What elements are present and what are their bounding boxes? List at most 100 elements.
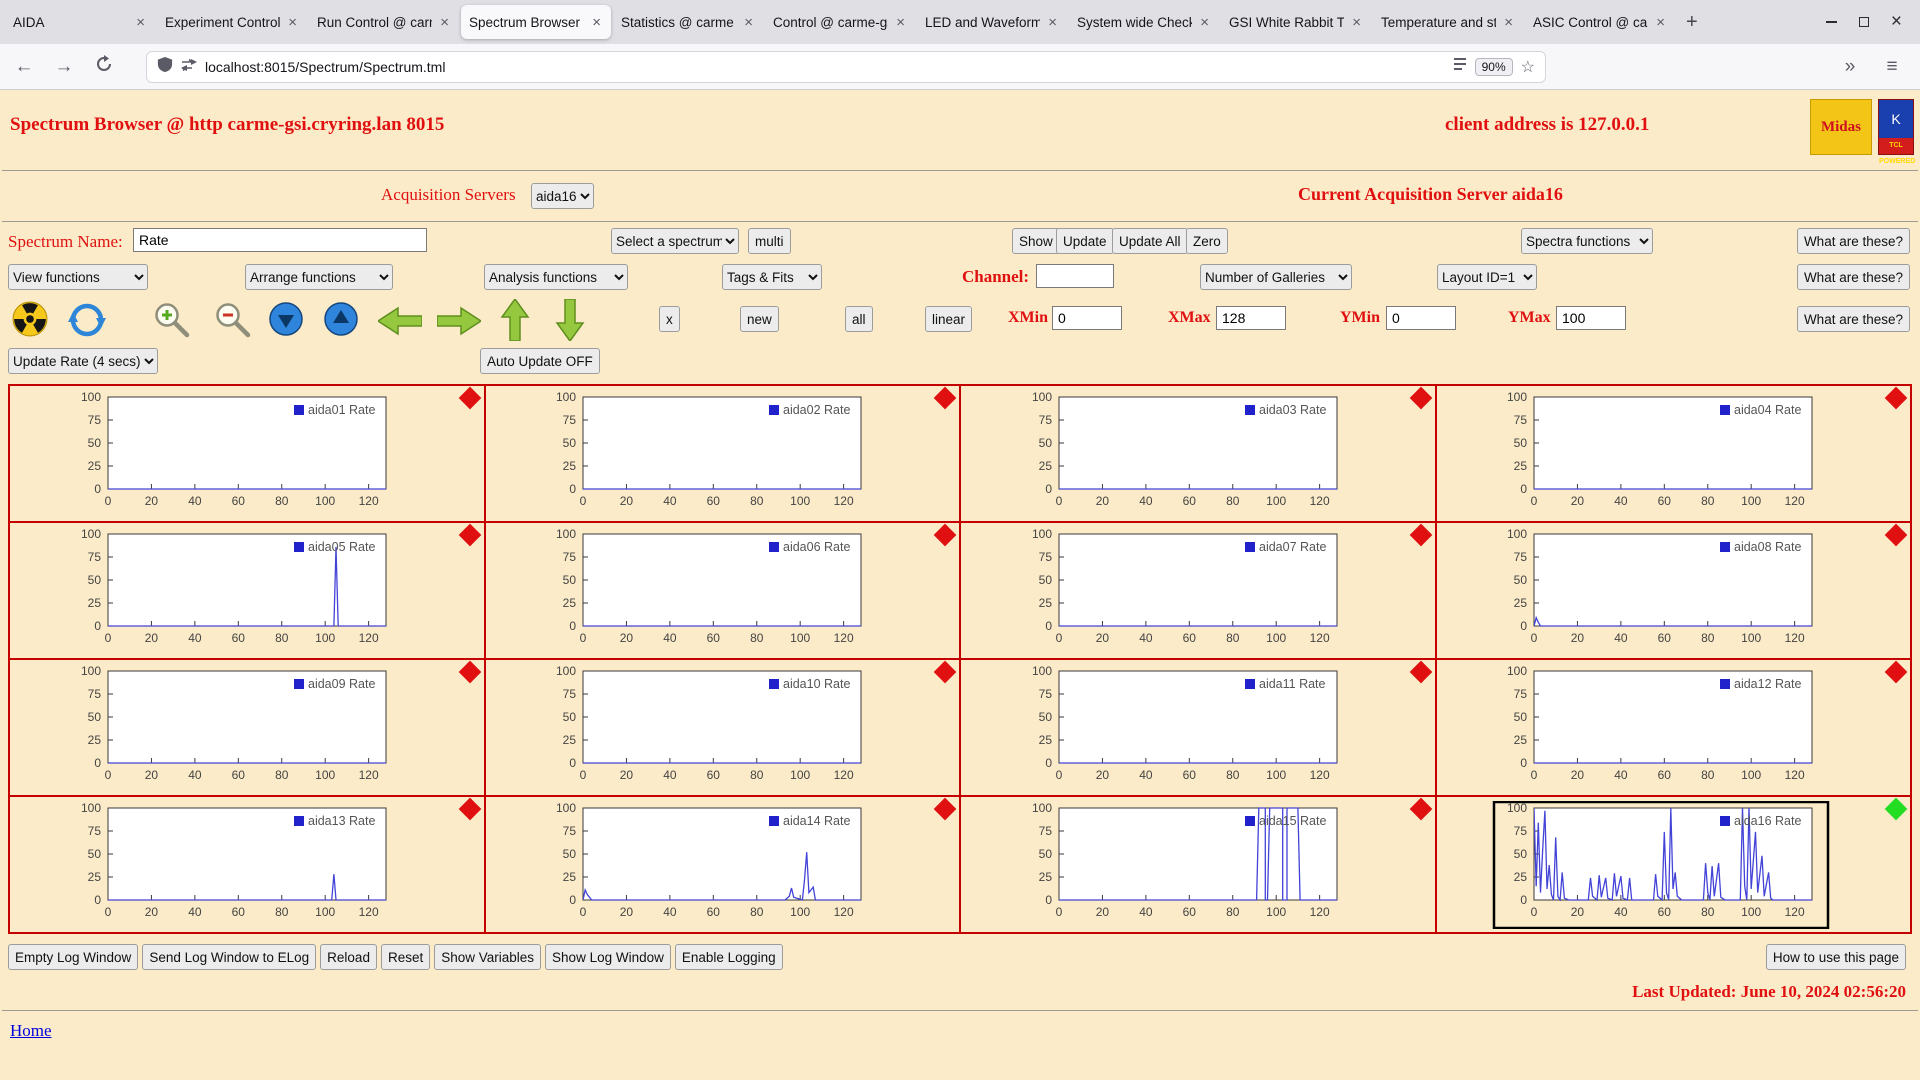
refresh-icon[interactable] (68, 301, 106, 344)
spectrum-cell-aida16-rate[interactable]: 0 25 50 75 100 0 20 40 60 80 100 120 aida16 Rate (1435, 796, 1911, 933)
number-of-galleries-dropdown[interactable]: Number of Galleries (1200, 264, 1352, 290)
zero-button[interactable]: Zero (1186, 228, 1228, 254)
spectrum-plot-1[interactable]: 0 25 50 75 100 0 20 40 60 80 100 120 aida01 Rate (12, 390, 482, 518)
tab-close-icon[interactable]: × (134, 14, 147, 31)
tab-gsi-white-rabbit-t[interactable]: GSI White Rabbit T × (1221, 5, 1371, 39)
tab-spectrum-browser[interactable]: Spectrum Browser × (461, 5, 611, 39)
spectrum-cell-aida05-rate[interactable]: 0 25 50 75 100 0 20 40 60 80 100 120 aida05 Rate (9, 522, 485, 659)
tab-run-control-carm[interactable]: Run Control @ carm × (309, 5, 459, 39)
spectrum-cell-aida13-rate[interactable]: 0 25 50 75 100 0 20 40 60 80 100 120 aida13 Rate (9, 796, 485, 933)
tags-fits-dropdown[interactable]: Tags & Fits (722, 264, 822, 290)
tab-statistics-carme[interactable]: Statistics @ carme × (613, 5, 763, 39)
spectrum-cell-aida15-rate[interactable]: 0 25 50 75 100 0 20 40 60 80 100 120 aida15 Rate (960, 796, 1436, 933)
all-button[interactable]: all (845, 306, 873, 332)
arrange-functions-dropdown[interactable]: Arrange functions (245, 264, 393, 290)
tab-asic-control-car[interactable]: ASIC Control @ car × (1525, 5, 1675, 39)
spectrum-cell-aida08-rate[interactable]: 0 25 50 75 100 0 20 40 60 80 100 120 aida08 Rate (1435, 522, 1911, 659)
spectrum-plot-7[interactable]: 0 25 50 75 100 0 20 40 60 80 100 120 aida07 Rate (963, 527, 1433, 655)
x-button[interactable]: x (659, 306, 680, 332)
select-spectrum-dropdown[interactable]: Select a spectrum (611, 228, 739, 254)
url-text[interactable]: localhost:8015/Spectrum/Spectrum.tml (205, 59, 1445, 75)
what-are-these-button-1[interactable]: What are these? (1796, 228, 1910, 254)
spectrum-plot-8[interactable]: 0 25 50 75 100 0 20 40 60 80 100 120 aida08 Rate (1438, 527, 1908, 655)
tab-close-icon[interactable]: × (894, 14, 907, 31)
tab-led-and-waveform[interactable]: LED and Waveform × (917, 5, 1067, 39)
pan-down-icon[interactable] (555, 298, 585, 346)
tab-experiment-control[interactable]: Experiment Control × (157, 5, 307, 39)
reload-icon[interactable] (90, 54, 118, 79)
spectrum-plot-15[interactable]: 0 25 50 75 100 0 20 40 60 80 100 120 aida15 Rate (963, 801, 1433, 929)
show-log-window-button[interactable]: Show Log Window (545, 944, 671, 970)
pan-up-icon[interactable] (500, 297, 530, 346)
spectrum-plot-12[interactable]: 0 25 50 75 100 0 20 40 60 80 100 120 aida12 Rate (1438, 664, 1908, 792)
spectrum-plot-11[interactable]: 0 25 50 75 100 0 20 40 60 80 100 120 aida11 Rate (963, 664, 1433, 792)
spectrum-plot-10[interactable]: 0 25 50 75 100 0 20 40 60 80 100 120 aida10 Rate (487, 664, 957, 792)
ymin-input[interactable] (1386, 306, 1456, 330)
spectrum-plot-2[interactable]: 0 25 50 75 100 0 20 40 60 80 100 120 aida02 Rate (487, 390, 957, 518)
view-functions-dropdown[interactable]: View functions (8, 264, 148, 290)
new-tab-button[interactable]: + (1676, 11, 1708, 34)
bookmark-star-icon[interactable]: ☆ (1521, 57, 1535, 77)
scroll-up-icon[interactable] (323, 301, 359, 342)
pan-left-icon[interactable] (376, 306, 423, 341)
zoom-in-icon[interactable] (152, 301, 192, 346)
spectrum-plot-3[interactable]: 0 25 50 75 100 0 20 40 60 80 100 120 aida03 Rate (963, 390, 1433, 518)
spectrum-cell-aida09-rate[interactable]: 0 25 50 75 100 0 20 40 60 80 100 120 aida09 Rate (9, 659, 485, 796)
home-link[interactable]: Home (10, 1021, 52, 1040)
tab-close-icon[interactable]: × (1654, 14, 1667, 31)
spectrum-cell-aida14-rate[interactable]: 0 25 50 75 100 0 20 40 60 80 100 120 aida14 Rate (484, 796, 960, 933)
send-log-window-to-elog-button[interactable]: Send Log Window to ELog (142, 944, 317, 970)
hamburger-menu-icon[interactable]: ≡ (1878, 56, 1906, 78)
analysis-functions-dropdown[interactable]: Analysis functions (484, 264, 628, 290)
tab-close-icon[interactable]: × (286, 14, 299, 31)
pan-right-icon[interactable] (436, 306, 483, 341)
spectrum-cell-aida02-rate[interactable]: 0 25 50 75 100 0 20 40 60 80 100 120 aida02 Rate (484, 385, 960, 522)
linear-button[interactable]: linear (925, 306, 973, 332)
acquisition-server-select[interactable]: aida16 (531, 183, 594, 209)
tab-control-carme-gs[interactable]: Control @ carme-gs × (765, 5, 915, 39)
tab-close-icon[interactable]: × (590, 14, 603, 31)
tab-close-icon[interactable]: × (438, 14, 451, 31)
spectrum-cell-aida03-rate[interactable]: 0 25 50 75 100 0 20 40 60 80 100 120 aida03 Rate (960, 385, 1436, 522)
reload-button[interactable]: Reload (320, 944, 377, 970)
multi-button[interactable]: multi (748, 228, 791, 254)
radiation-icon[interactable] (12, 301, 48, 342)
tab-system-wide-check[interactable]: System wide Check × (1069, 5, 1219, 39)
close-icon[interactable]: × (1891, 11, 1902, 33)
what-are-these-button-3[interactable]: What are these? (1796, 306, 1910, 332)
shield-icon[interactable] (157, 56, 173, 78)
layout-id-dropdown[interactable]: Layout ID=1 (1437, 264, 1537, 290)
scroll-down-icon[interactable] (268, 301, 304, 342)
minimize-icon[interactable] (1825, 21, 1837, 23)
update-button[interactable]: Update (1056, 228, 1114, 254)
spectrum-cell-aida10-rate[interactable]: 0 25 50 75 100 0 20 40 60 80 100 120 aida10 Rate (484, 659, 960, 796)
auto-update-button[interactable]: Auto Update OFF (480, 348, 600, 374)
spectrum-cell-aida06-rate[interactable]: 0 25 50 75 100 0 20 40 60 80 100 120 aida06 Rate (484, 522, 960, 659)
spectrum-plot-16[interactable]: 0 25 50 75 100 0 20 40 60 80 100 120 aida16 Rate (1438, 800, 1908, 929)
xmin-input[interactable] (1052, 306, 1122, 330)
spectrum-plot-13[interactable]: 0 25 50 75 100 0 20 40 60 80 100 120 aida13 Rate (12, 801, 482, 929)
spectrum-cell-aida01-rate[interactable]: 0 25 50 75 100 0 20 40 60 80 100 120 aida01 Rate (9, 385, 485, 522)
what-are-these-button-2[interactable]: What are these? (1796, 264, 1910, 290)
ymax-input[interactable] (1556, 306, 1626, 330)
new-button[interactable]: new (740, 306, 779, 332)
spectrum-plot-4[interactable]: 0 25 50 75 100 0 20 40 60 80 100 120 aida04 Rate (1438, 390, 1908, 518)
spectrum-plot-9[interactable]: 0 25 50 75 100 0 20 40 60 80 100 120 aida09 Rate (12, 664, 482, 792)
spectrum-cell-aida12-rate[interactable]: 0 25 50 75 100 0 20 40 60 80 100 120 aida12 Rate (1435, 659, 1911, 796)
tab-temperature-and-st[interactable]: Temperature and st × (1373, 5, 1523, 39)
update-rate-dropdown[interactable]: Update Rate (4 secs) (8, 348, 158, 374)
spectrum-cell-aida11-rate[interactable]: 0 25 50 75 100 0 20 40 60 80 100 120 aida11 Rate (960, 659, 1436, 796)
forward-icon[interactable]: → (50, 56, 78, 78)
permissions-icon[interactable] (181, 58, 197, 76)
spectrum-cell-aida07-rate[interactable]: 0 25 50 75 100 0 20 40 60 80 100 120 aida07 Rate (960, 522, 1436, 659)
spectrum-plot-14[interactable]: 0 25 50 75 100 0 20 40 60 80 100 120 aida14 Rate (487, 801, 957, 929)
back-icon[interactable]: ← (10, 56, 38, 78)
tab-close-icon[interactable]: × (1502, 14, 1515, 31)
midas-logo[interactable]: Midas (1810, 99, 1872, 155)
zoom-out-icon[interactable] (213, 301, 253, 346)
tab-close-icon[interactable]: × (742, 14, 755, 31)
enable-logging-button[interactable]: Enable Logging (674, 944, 783, 970)
overflow-chevrons-icon[interactable]: » (1836, 56, 1864, 78)
update-all-button[interactable]: Update All (1112, 228, 1188, 254)
zoom-badge[interactable]: 90% (1474, 57, 1513, 76)
